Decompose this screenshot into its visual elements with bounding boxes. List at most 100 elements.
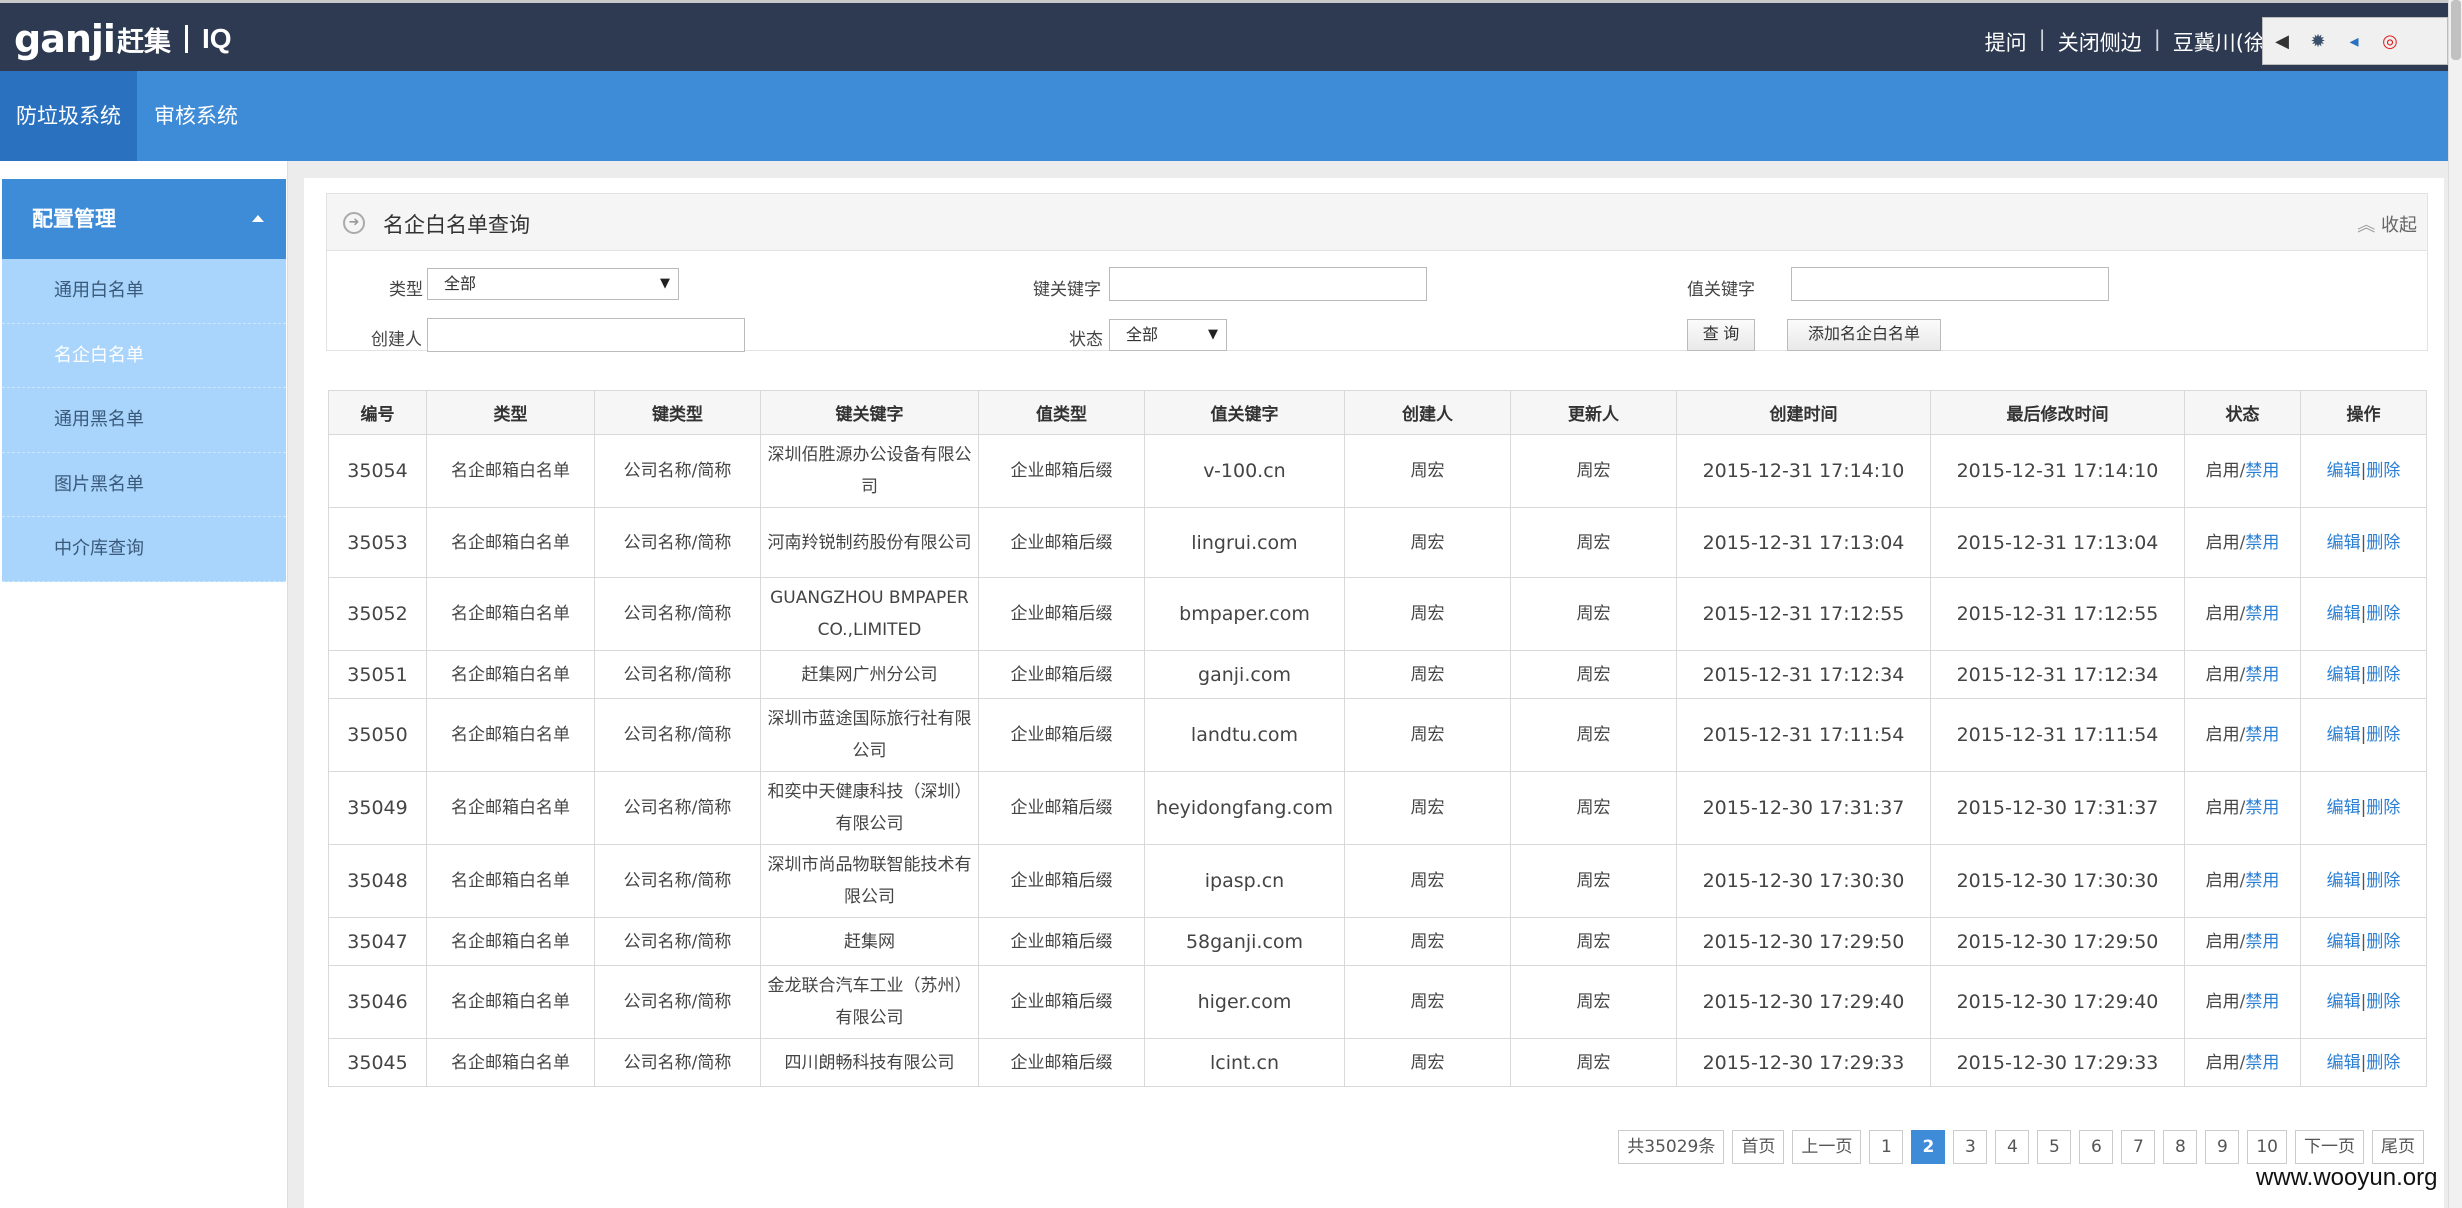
cell-actions: 编辑|删除 bbox=[2300, 698, 2427, 772]
edit-link[interactable]: 编辑 bbox=[2327, 992, 2361, 1012]
cell-key-type: 公司名称/简称 bbox=[594, 917, 761, 966]
triangle-left-icon[interactable]: ◂ bbox=[2343, 30, 2365, 52]
pager-page[interactable]: 9 bbox=[2205, 1130, 2240, 1164]
sidebar-item-image-blacklist[interactable]: 图片黑名单 bbox=[2, 453, 286, 517]
delete-link[interactable]: 删除 bbox=[2366, 992, 2400, 1012]
column-header: 最后修改时间 bbox=[1930, 390, 2185, 435]
column-header: 类型 bbox=[426, 390, 595, 435]
value-keyword-label: 值关键字 bbox=[1687, 280, 1755, 300]
disable-link[interactable]: 禁用 bbox=[2245, 932, 2279, 952]
arrow-left-icon[interactable]: ◀ bbox=[2271, 30, 2293, 52]
cell-id: 35047 bbox=[328, 917, 427, 966]
nav-item-antispam[interactable]: 防垃圾系统 bbox=[0, 71, 137, 161]
pager-page[interactable]: 8 bbox=[2163, 1130, 2198, 1164]
ask-link[interactable]: 提问 bbox=[1973, 27, 2039, 57]
enable-status: 启用 bbox=[2205, 931, 2240, 952]
edit-link[interactable]: 编辑 bbox=[2327, 461, 2361, 481]
edit-link[interactable]: 编辑 bbox=[2327, 871, 2361, 891]
nav-item-review[interactable]: 审核系统 bbox=[138, 71, 254, 161]
disable-link[interactable]: 禁用 bbox=[2245, 992, 2279, 1012]
scrollbar-thumb[interactable] bbox=[2451, 0, 2461, 60]
table-row: 35051 名企邮箱白名单 公司名称/简称 赶集网广州分公司 企业邮箱后缀 ganji.c… bbox=[328, 650, 2427, 699]
add-company-whitelist-button[interactable]: 添加名企白名单 bbox=[1787, 319, 1941, 351]
delete-link[interactable]: 删除 bbox=[2366, 1053, 2400, 1073]
edit-link[interactable]: 编辑 bbox=[2327, 604, 2361, 624]
cell-status: 启用/禁用 bbox=[2184, 698, 2301, 772]
cell-type: 名企邮箱白名单 bbox=[426, 771, 595, 845]
value-keyword-input[interactable] bbox=[1791, 267, 2109, 301]
cell-creator: 周宏 bbox=[1344, 650, 1511, 699]
gear-icon[interactable]: ✹ bbox=[2307, 30, 2329, 52]
pager-page[interactable]: 4 bbox=[1995, 1130, 2030, 1164]
collapse-button[interactable]: ︽ 收起 bbox=[2357, 211, 2417, 237]
disable-link[interactable]: 禁用 bbox=[2245, 725, 2279, 745]
pager-page[interactable]: 10 bbox=[2247, 1130, 2287, 1164]
type-select[interactable]: 全部 ▼ bbox=[427, 268, 679, 300]
sidebar-item-common-blacklist[interactable]: 通用黑名单 bbox=[2, 388, 286, 453]
pager-page[interactable]: 7 bbox=[2121, 1130, 2156, 1164]
edit-link[interactable]: 编辑 bbox=[2327, 665, 2361, 685]
cell-updater: 周宏 bbox=[1510, 698, 1677, 772]
cell-modified-time: 2015-12-31 17:12:34 bbox=[1930, 650, 2185, 699]
edit-link[interactable]: 编辑 bbox=[2327, 798, 2361, 818]
delete-link[interactable]: 删除 bbox=[2366, 798, 2400, 818]
page-scrollbar[interactable] bbox=[2448, 0, 2462, 1208]
top-links: 提问 | 关闭侧边 | 豆冀川(徐洋 bbox=[1973, 27, 2298, 57]
delete-link[interactable]: 删除 bbox=[2366, 932, 2400, 952]
cell-modified-time: 2015-12-31 17:13:04 bbox=[1930, 507, 2185, 578]
status-select[interactable]: 全部 ▼ bbox=[1109, 319, 1227, 351]
disable-link[interactable]: 禁用 bbox=[2245, 871, 2279, 891]
delete-link[interactable]: 删除 bbox=[2366, 461, 2400, 481]
cell-id: 35045 bbox=[328, 1038, 427, 1087]
query-button[interactable]: 查 询 bbox=[1687, 319, 1755, 351]
pager-page-current[interactable]: 2 bbox=[1911, 1130, 1946, 1164]
pager-page[interactable]: 3 bbox=[1953, 1130, 1988, 1164]
panel-header: ➜ 名企白名单查询 ︽ 收起 bbox=[326, 193, 2428, 251]
disable-link[interactable]: 禁用 bbox=[2245, 1053, 2279, 1073]
key-keyword-label: 键关键字 bbox=[1033, 280, 1101, 300]
sidebar-item-agency-query[interactable]: 中介库查询 bbox=[2, 517, 286, 582]
pager-page[interactable]: 5 bbox=[2037, 1130, 2072, 1164]
pager-first[interactable]: 首页 bbox=[1732, 1130, 1785, 1164]
disable-link[interactable]: 禁用 bbox=[2245, 533, 2279, 553]
cell-key-type: 公司名称/简称 bbox=[594, 434, 761, 508]
delete-link[interactable]: 删除 bbox=[2366, 871, 2400, 891]
delete-link[interactable]: 删除 bbox=[2366, 725, 2400, 745]
edit-link[interactable]: 编辑 bbox=[2327, 1053, 2361, 1073]
sidebar-section-config[interactable]: 配置管理 bbox=[2, 179, 286, 259]
pager-page[interactable]: 6 bbox=[2079, 1130, 2114, 1164]
disable-link[interactable]: 禁用 bbox=[2245, 665, 2279, 685]
delete-link[interactable]: 删除 bbox=[2366, 533, 2400, 553]
cell-key-type: 公司名称/简称 bbox=[594, 577, 761, 651]
creator-input[interactable] bbox=[427, 318, 745, 352]
cell-value-keyword: 58ganji.com bbox=[1144, 917, 1345, 966]
edit-link[interactable]: 编辑 bbox=[2327, 725, 2361, 745]
disable-link[interactable]: 禁用 bbox=[2245, 461, 2279, 481]
sidebar-item-company-whitelist[interactable]: 名企白名单 bbox=[2, 324, 286, 388]
cell-created-time: 2015-12-31 17:14:10 bbox=[1676, 434, 1931, 508]
cell-actions: 编辑|删除 bbox=[2300, 917, 2427, 966]
edit-link[interactable]: 编辑 bbox=[2327, 932, 2361, 952]
cell-actions: 编辑|删除 bbox=[2300, 507, 2427, 578]
pager-prev[interactable]: 上一页 bbox=[1792, 1130, 1862, 1164]
pager-next[interactable]: 下一页 bbox=[2295, 1130, 2364, 1164]
logo[interactable]: ganji 赶集 IQ bbox=[14, 17, 232, 61]
disable-link[interactable]: 禁用 bbox=[2245, 798, 2279, 818]
cell-created-time: 2015-12-30 17:30:30 bbox=[1676, 844, 1931, 918]
close-sidebar-link[interactable]: 关闭侧边 bbox=[2046, 27, 2154, 57]
disable-link[interactable]: 禁用 bbox=[2245, 604, 2279, 624]
pager-last[interactable]: 尾页 bbox=[2372, 1130, 2424, 1164]
column-header: 更新人 bbox=[1510, 390, 1677, 435]
key-keyword-input[interactable] bbox=[1109, 267, 1427, 301]
sidebar-item-common-whitelist[interactable]: 通用白名单 bbox=[2, 259, 286, 324]
cell-modified-time: 2015-12-30 17:29:33 bbox=[1930, 1038, 2185, 1087]
column-header: 创建时间 bbox=[1676, 390, 1931, 435]
lifebuoy-icon[interactable]: ◎ bbox=[2379, 30, 2401, 52]
pager-page[interactable]: 1 bbox=[1869, 1130, 1904, 1164]
delete-link[interactable]: 删除 bbox=[2366, 604, 2400, 624]
cell-creator: 周宏 bbox=[1344, 771, 1511, 845]
edit-link[interactable]: 编辑 bbox=[2327, 533, 2361, 553]
cell-creator: 周宏 bbox=[1344, 434, 1511, 508]
delete-link[interactable]: 删除 bbox=[2366, 665, 2400, 685]
logo-iq-text: IQ bbox=[201, 23, 232, 54]
